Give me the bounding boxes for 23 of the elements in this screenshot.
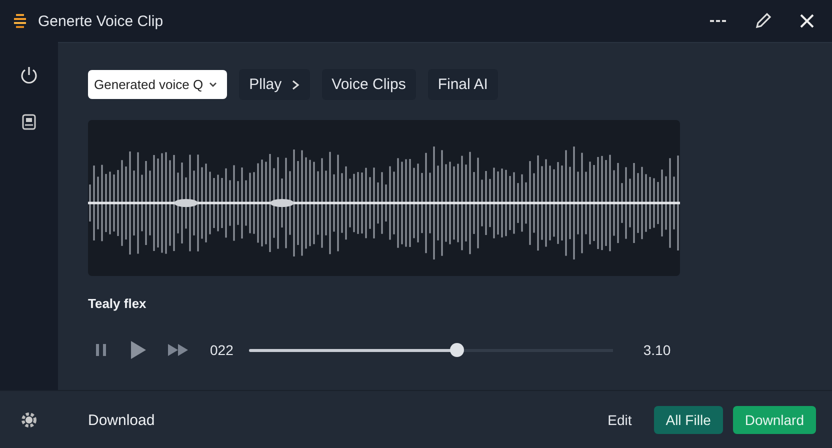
window-title: Generte Voice Clip xyxy=(38,12,164,30)
toolbar-button[interactable]: Voice Clips xyxy=(322,69,416,100)
toolbar-button[interactable]: Pllay xyxy=(239,69,310,100)
fast-forward-icon[interactable] xyxy=(168,344,188,356)
close-icon[interactable] xyxy=(800,14,814,28)
chevron-right-icon xyxy=(292,80,300,90)
clip-name: Tealy flex xyxy=(88,296,148,311)
pause-icon[interactable] xyxy=(94,343,108,357)
toolbar-button[interactable]: Final AI xyxy=(428,69,498,100)
slider-thumb[interactable] xyxy=(450,343,464,357)
pencil-icon[interactable] xyxy=(754,12,772,30)
gear-icon[interactable] xyxy=(20,411,38,429)
all-files-button[interactable]: All Fille xyxy=(654,406,723,434)
power-icon[interactable] xyxy=(20,66,38,84)
total-time: 3.10 xyxy=(643,342,671,358)
edit-button[interactable]: Edit xyxy=(602,411,638,429)
chevron-down-icon xyxy=(209,82,218,87)
current-time: 022 xyxy=(210,342,234,358)
download-link[interactable]: Download xyxy=(88,412,602,428)
more-icon[interactable] xyxy=(710,19,726,23)
play-icon[interactable] xyxy=(130,341,146,359)
app-logo-icon xyxy=(14,13,28,29)
voice-dropdown[interactable]: Generated voice Q xyxy=(88,70,228,99)
